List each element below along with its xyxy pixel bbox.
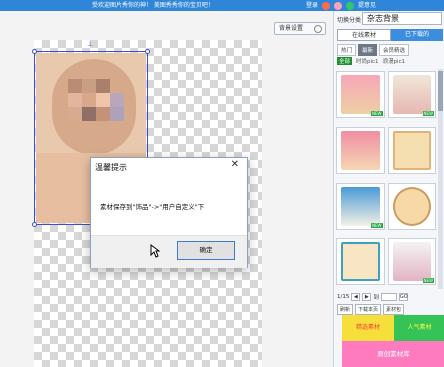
panel-toolbar: 刷新 下载本页 素材包 bbox=[337, 304, 405, 315]
thumbnail-image bbox=[341, 75, 380, 114]
ad-featured-materials[interactable]: 精选素材 bbox=[342, 315, 394, 341]
app-window: 受欢迎图片秀你的神！ 美图秀秀你的宝贝吧！ 登录 提意见 背景设置 ⊥ 温馨提示… bbox=[0, 0, 444, 367]
chevron-down-icon bbox=[314, 25, 322, 33]
alert-dialog: 温馨提示 ✕ 素材保存到"饰品"->"用户自定义"下 确定 bbox=[90, 157, 248, 268]
material-thumbnail[interactable] bbox=[336, 126, 385, 174]
user-icon[interactable] bbox=[322, 2, 331, 10]
go-button[interactable]: GO bbox=[398, 293, 408, 301]
promo-text[interactable]: 受欢迎图片秀你的神！ 美图秀秀你的宝贝吧！ bbox=[92, 0, 214, 11]
page-number-input[interactable] bbox=[380, 293, 397, 301]
account-toolbar: 登录 提意见 bbox=[306, 0, 376, 11]
thumbnail-image bbox=[392, 186, 431, 226]
thumbnail-grid: NEW NEW NEW NEW bbox=[336, 71, 436, 291]
login-link[interactable]: 登录 bbox=[306, 0, 318, 11]
thumbnail-scrollbar[interactable] bbox=[438, 69, 443, 289]
resize-handle-bottom-left[interactable] bbox=[32, 222, 37, 227]
pagination: 1/15 ◀ ▶ 到 GO bbox=[337, 293, 408, 301]
thumbnail-image bbox=[341, 242, 380, 282]
scrollbar-thumb[interactable] bbox=[438, 71, 443, 111]
material-thumbnail[interactable]: NEW bbox=[336, 182, 385, 230]
page-indicator: 1/15 bbox=[337, 294, 350, 300]
material-thumbnail[interactable] bbox=[336, 238, 385, 286]
new-badge: NEW bbox=[422, 278, 434, 284]
thumbnail-image bbox=[341, 186, 380, 226]
background-settings-button[interactable]: 背景设置 bbox=[274, 22, 326, 35]
new-badge: NEW bbox=[371, 222, 383, 228]
category-label: 切换分类 bbox=[337, 17, 362, 24]
tab-online-materials[interactable]: 在线素材 bbox=[337, 29, 391, 41]
background-settings-label: 背景设置 bbox=[279, 25, 304, 32]
dialog-message: 素材保存到"饰品"->"用户自定义"下 bbox=[100, 203, 205, 211]
download-page-button[interactable]: 下载本页 bbox=[355, 304, 382, 315]
next-page-button[interactable]: ▶ bbox=[362, 293, 372, 301]
material-thumbnail[interactable] bbox=[387, 126, 436, 174]
refresh-button[interactable]: 刷新 bbox=[337, 304, 354, 315]
jump-label: 到 bbox=[373, 295, 379, 301]
mouse-cursor-icon bbox=[150, 244, 160, 258]
dialog-title: 温馨提示 bbox=[95, 163, 127, 172]
filter-fashion[interactable]: 时尚pic1 bbox=[356, 57, 379, 65]
material-thumbnail[interactable]: NEW bbox=[387, 238, 436, 286]
top-banner: 受欢迎图片秀你的神！ 美图秀秀你的宝贝吧！ 登录 提意见 bbox=[0, 0, 444, 11]
thumbnail-image bbox=[392, 242, 431, 282]
material-panel: 切换分类 杂志背景 在线素材 已下载的 热门 最新 会员精选 全部 时尚pic1… bbox=[333, 11, 444, 367]
material-thumbnail[interactable]: NEW bbox=[336, 71, 385, 118]
resize-handle-top-right[interactable] bbox=[145, 49, 150, 54]
resize-handle-top-left[interactable] bbox=[32, 49, 37, 54]
feedback-icon[interactable] bbox=[346, 2, 355, 10]
material-tabs: 在线素材 已下载的 bbox=[337, 29, 443, 41]
dialog-footer: 确定 bbox=[91, 235, 247, 268]
new-badge: NEW bbox=[371, 111, 383, 116]
subtab-hot[interactable]: 热门 bbox=[337, 44, 357, 56]
ad-banners: 精选素材 人气素材 原创素材库 bbox=[342, 315, 444, 367]
ok-button[interactable]: 确定 bbox=[177, 241, 235, 260]
filter-row: 全部 时尚pic1 浪漫pic1 bbox=[337, 57, 405, 65]
new-badge: NEW bbox=[422, 111, 434, 116]
prev-page-button[interactable]: ◀ bbox=[351, 293, 361, 301]
thumbnail-image bbox=[392, 130, 431, 170]
rotate-handle-icon[interactable]: ⊥ bbox=[87, 41, 93, 48]
subtab-member-picks[interactable]: 会员精选 bbox=[379, 44, 410, 56]
filter-all[interactable]: 全部 bbox=[337, 57, 353, 65]
subtab-newest[interactable]: 最新 bbox=[358, 44, 378, 56]
ad-original-library[interactable]: 原创素材库 bbox=[342, 341, 444, 367]
material-pack-button[interactable]: 素材包 bbox=[383, 304, 405, 315]
material-thumbnail[interactable]: NEW bbox=[387, 71, 436, 118]
close-icon[interactable]: ✕ bbox=[231, 159, 239, 170]
ad-popular-materials[interactable]: 人气素材 bbox=[394, 315, 444, 341]
favorite-icon[interactable] bbox=[334, 2, 343, 10]
feedback-link[interactable]: 提意见 bbox=[358, 0, 376, 11]
thumbnail-image bbox=[341, 130, 380, 170]
tab-downloaded[interactable]: 已下载的 bbox=[391, 29, 443, 41]
thumbnail-image bbox=[392, 75, 431, 114]
subtabs: 热门 最新 会员精选 bbox=[337, 44, 410, 56]
filter-romance[interactable]: 浪漫pic1 bbox=[383, 57, 406, 65]
material-thumbnail[interactable] bbox=[387, 182, 436, 230]
category-select[interactable]: 杂志背景 bbox=[362, 12, 442, 25]
